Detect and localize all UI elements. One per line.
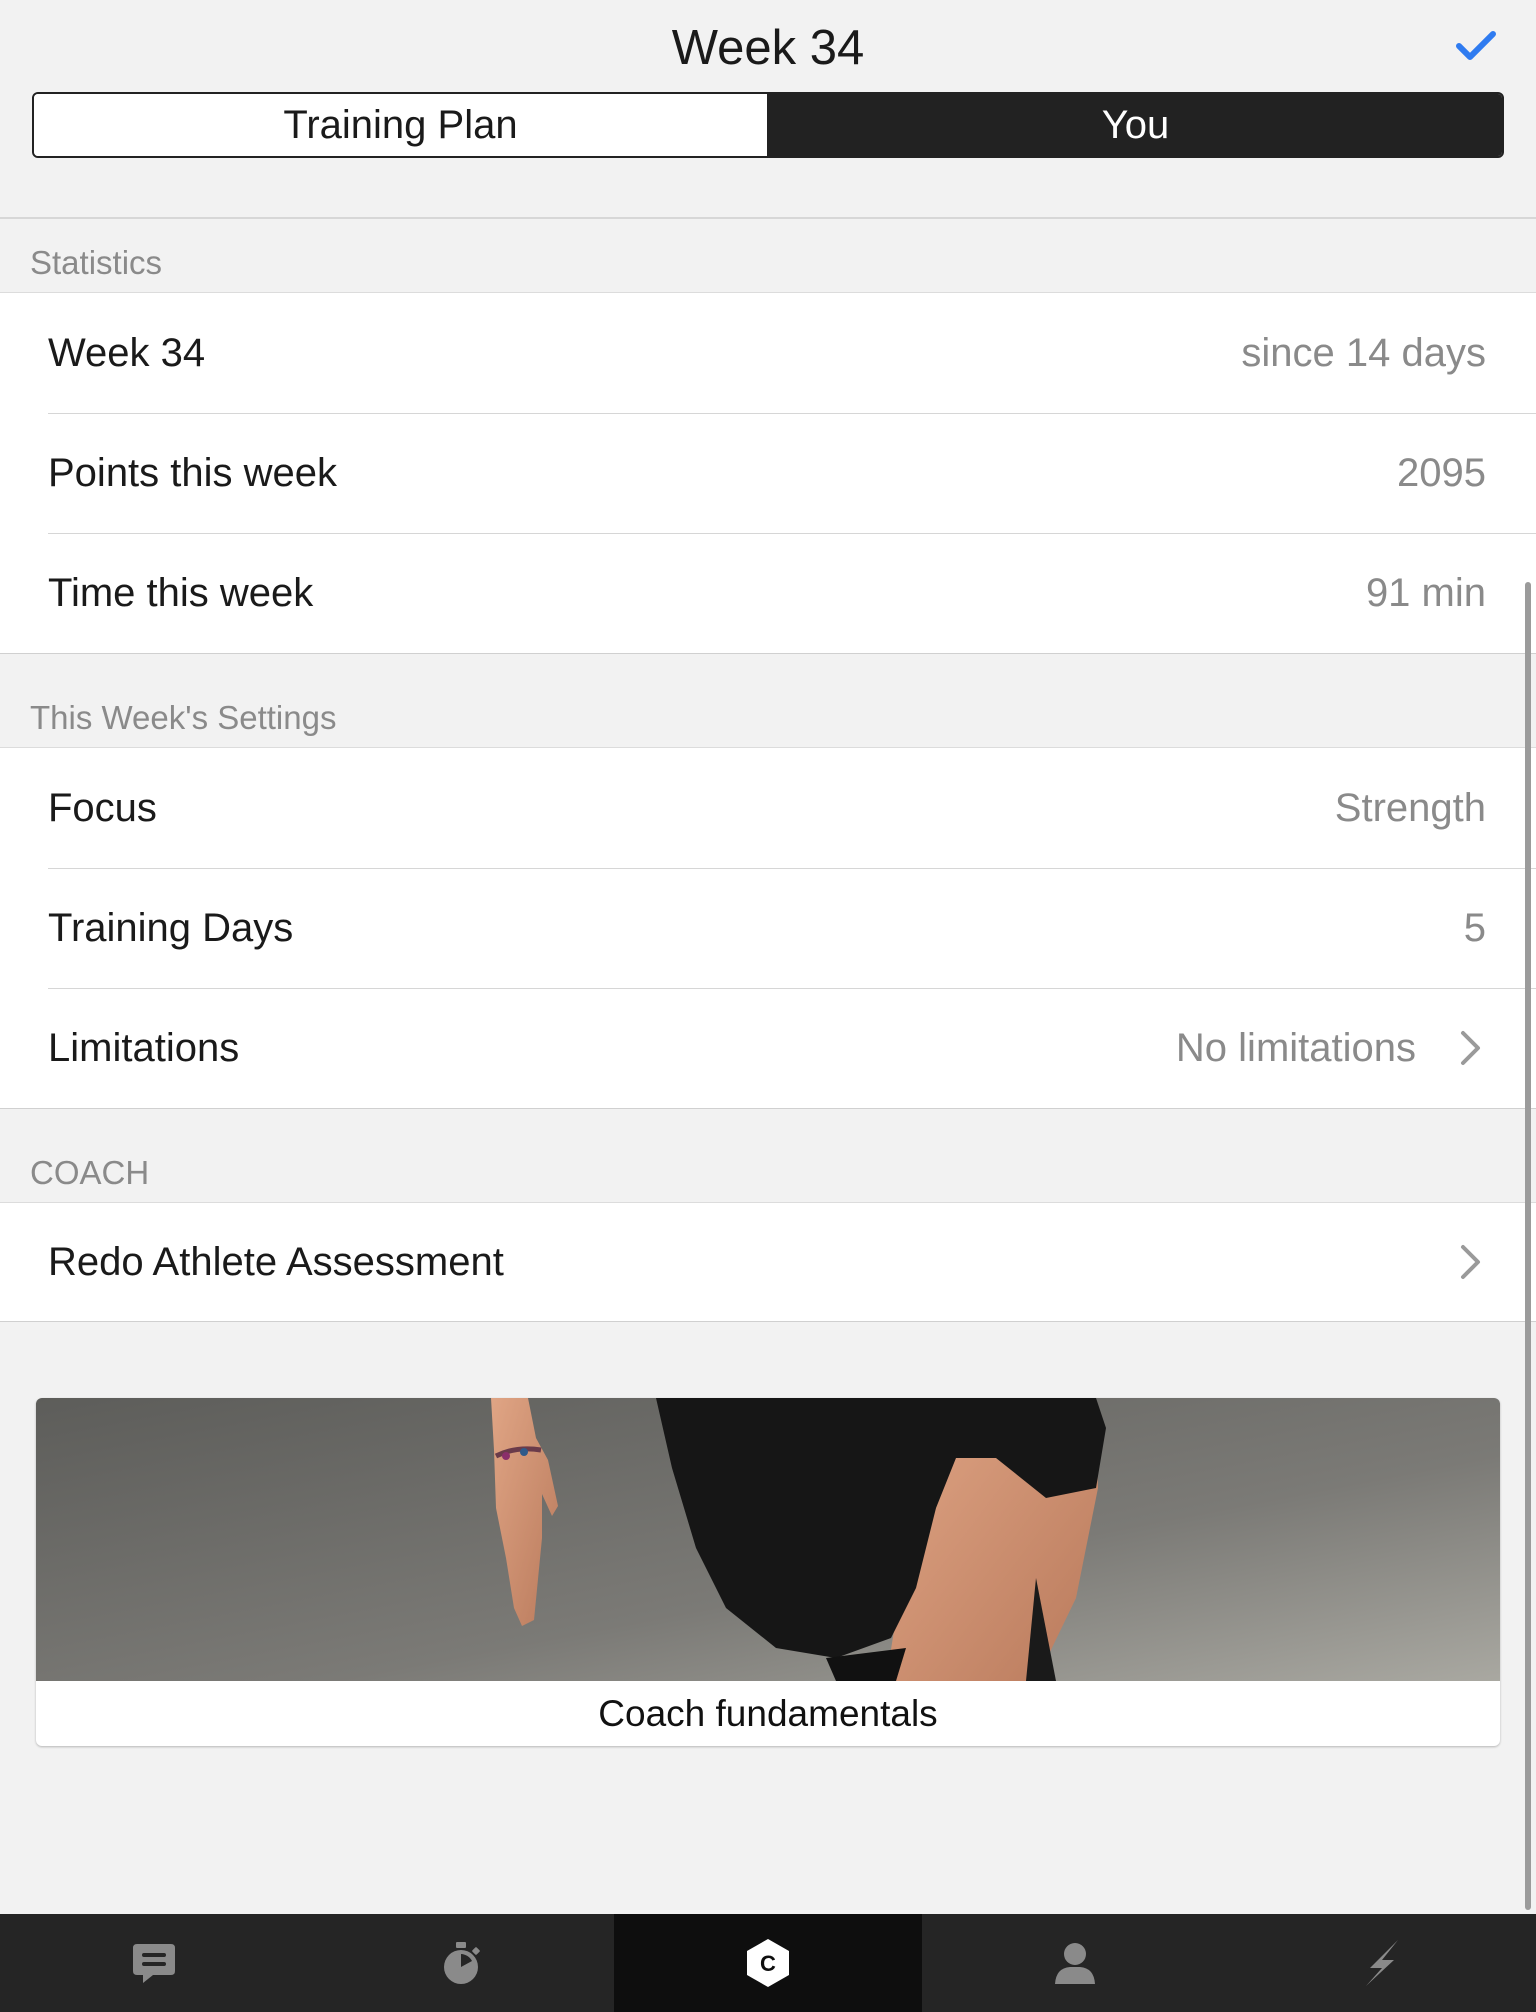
tab-coach[interactable]: C [614, 1914, 922, 2012]
row-value: Strength [1334, 785, 1486, 830]
page-title: Week 34 [671, 21, 865, 75]
app-screen: Week 34 Training Plan You Statistics Wee… [0, 0, 1536, 2012]
svg-text:C: C [760, 1951, 776, 1976]
segment-training-plan[interactable]: Training Plan [34, 94, 769, 156]
section-header-settings: This Week's Settings [30, 699, 337, 736]
stat-row-time: Time this week 91 min [0, 533, 1536, 653]
row-value: 2095 [1397, 450, 1486, 495]
lightning-icon [1366, 1940, 1399, 1986]
tab-workouts[interactable] [307, 1914, 614, 2012]
chevron-right-icon [1456, 1028, 1486, 1068]
statistics-group: Week 34 since 14 days Points this week 2… [0, 292, 1536, 654]
stat-row-points: Points this week 2095 [0, 413, 1536, 533]
row-value: 5 [1463, 905, 1486, 950]
segment-you[interactable]: You [769, 94, 1502, 156]
settings-group: Focus Strength Training Days 5 Limitatio… [0, 747, 1536, 1109]
profile-icon [1055, 1943, 1096, 1984]
tab-bar: C [0, 1914, 1536, 2012]
row-label: Limitations [48, 1025, 240, 1070]
scrollbar[interactable] [1525, 582, 1531, 1910]
row-label: Training Days [48, 905, 294, 950]
segmented-control: Training Plan You [32, 92, 1504, 158]
row-value: since 14 days [1241, 330, 1486, 375]
coach-group: Redo Athlete Assessment [0, 1202, 1536, 1322]
stat-row-week: Week 34 since 14 days [0, 293, 1536, 413]
settings-row-training-days[interactable]: Training Days 5 [0, 868, 1536, 988]
card-caption: Coach fundamentals [598, 1692, 938, 1734]
redo-athlete-assessment-row[interactable]: Redo Athlete Assessment [0, 1203, 1536, 1321]
chevron-right-icon [1456, 1242, 1486, 1282]
tab-messages[interactable] [0, 1914, 307, 2012]
stopwatch-icon [443, 1942, 480, 1984]
row-label: Focus [48, 785, 157, 830]
row-value: No limitations [1175, 1025, 1416, 1070]
chat-bubble-icon [132, 1944, 175, 1983]
settings-row-limitations[interactable]: Limitations No limitations [0, 988, 1536, 1108]
coach-fundamentals-card[interactable]: Coach fundamentals [36, 1398, 1500, 1746]
settings-row-focus[interactable]: Focus Strength [0, 748, 1536, 868]
done-button[interactable] [1452, 26, 1500, 66]
tab-profile[interactable] [922, 1914, 1229, 2012]
row-value: 91 min [1365, 570, 1486, 615]
section-header-statistics: Statistics [30, 244, 163, 281]
coach-hexagon-icon: C [747, 1939, 789, 1987]
navigation-bar: Week 34 Training Plan You [0, 0, 1536, 219]
tab-activity[interactable] [1229, 1914, 1536, 2012]
row-label: Time this week [48, 570, 314, 615]
row-label: Points this week [48, 450, 338, 495]
row-label: Redo Athlete Assessment [48, 1239, 504, 1284]
athlete-photo [36, 1398, 1500, 1681]
checkmark-icon [1456, 31, 1496, 60]
section-header-coach: COACH [30, 1154, 150, 1191]
row-label: Week 34 [48, 330, 206, 375]
